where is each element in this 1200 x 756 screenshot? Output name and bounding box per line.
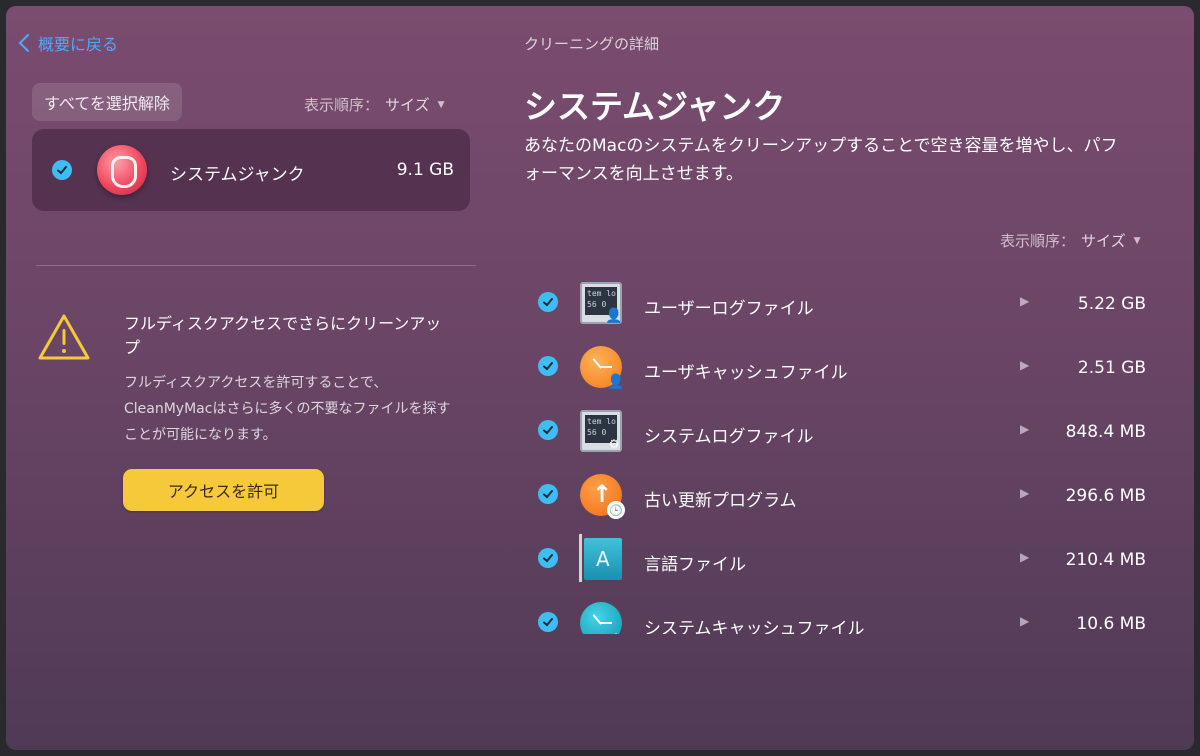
item-size: 210.4 MB [1065, 550, 1146, 570]
item-name: ユーザキャッシュファイル [644, 363, 848, 383]
item-size: 2.51 GB [1077, 358, 1146, 378]
list-item[interactable]: ↑ 🕒 古い更新プログラム ▶ 296.6 MB [536, 462, 1156, 526]
list-item[interactable]: tem lo 56 0 👤 ユーザーログファイル ▶ 5.22 GB [536, 270, 1156, 334]
expand-arrow-icon[interactable]: ▶ [1020, 550, 1029, 564]
system-log-icon: tem lo 56 0 ⚙ [580, 410, 622, 452]
system-junk-name: システムジャンク [170, 165, 305, 185]
item-size: 296.6 MB [1065, 486, 1146, 506]
page-description: あなたのMacのシステムをクリーンアップすることで空き容量を増やし、パフォーマン… [524, 136, 1118, 184]
expand-arrow-icon[interactable]: ▶ [1020, 422, 1029, 436]
item-size: 848.4 MB [1065, 422, 1146, 442]
junk-items-list: tem lo 56 0 👤 ユーザーログファイル ▶ 5.22 GB 👤 ユーザキ… [536, 266, 1156, 634]
item-name: 言語ファイル [644, 555, 746, 575]
checkmark-icon [543, 426, 553, 435]
item-checkbox[interactable] [538, 548, 558, 568]
list-item[interactable]: 👤 ユーザキャッシュファイル ▶ 2.51 GB [536, 334, 1156, 398]
expand-arrow-icon[interactable]: ▶ [1020, 358, 1029, 372]
system-junk-checkbox[interactable] [52, 160, 72, 180]
expand-arrow-icon[interactable]: ▶ [1020, 614, 1029, 628]
sort-value: サイズ [385, 96, 430, 114]
list-item[interactable]: tem lo 56 0 ⚙ システムログファイル ▶ 848.4 MB [536, 398, 1156, 462]
checkmark-icon [543, 362, 553, 371]
list-item[interactable]: ⚙ システムキャッシュファイル ▶ 10.6 MB [536, 590, 1156, 634]
page-title: システムジャンク [524, 87, 786, 126]
sort-label: 表示順序： [304, 96, 380, 114]
item-checkbox[interactable] [538, 420, 558, 440]
item-checkbox[interactable] [538, 484, 558, 504]
breadcrumb: クリーニングの詳細 [524, 35, 660, 53]
system-junk-card[interactable]: システムジャンク 9.1 GB [32, 129, 470, 211]
dropdown-triangle-icon: ▼ [437, 99, 445, 110]
system-cache-icon: ⚙ [580, 602, 622, 634]
old-updates-icon: ↑ 🕒 [580, 474, 625, 519]
item-size: 5.22 GB [1077, 294, 1146, 314]
system-junk-icon [97, 145, 147, 195]
warning-title: フルディスクアクセスでさらにクリーンアップ [124, 314, 442, 357]
chevron-left-icon [18, 34, 29, 52]
back-label: 概要に戻る [38, 35, 119, 54]
sort-value: サイズ [1081, 232, 1126, 250]
user-cache-icon: 👤 [580, 346, 625, 390]
item-checkbox[interactable] [538, 356, 558, 376]
item-size: 10.6 MB [1076, 614, 1146, 634]
item-checkbox[interactable] [538, 292, 558, 312]
checkmark-icon [543, 490, 553, 499]
dropdown-triangle-icon: ▼ [1133, 235, 1141, 246]
app-window: 概要に戻る すべてを選択解除 表示順序： サイズ ▼ システムジャンク 9.1 … [6, 6, 1194, 750]
allow-access-button[interactable]: アクセスを許可 [123, 469, 324, 511]
item-name: システムキャッシュファイル [644, 619, 865, 634]
item-name: システムログファイル [644, 427, 814, 447]
checkmark-icon [543, 618, 553, 627]
checkmark-icon [57, 166, 67, 175]
sort-label: 表示順序： [1000, 232, 1076, 250]
system-junk-size: 9.1 GB [396, 160, 454, 180]
deselect-all-button[interactable]: すべてを選択解除 [32, 83, 182, 121]
checkmark-icon [543, 298, 553, 307]
sort-dropdown-right[interactable]: 表示順序： サイズ ▼ [1000, 230, 1141, 251]
sort-dropdown-left[interactable]: 表示順序： サイズ ▼ [304, 94, 445, 115]
warning-body: フルディスクアクセスを許可することで、CleanMyMacはさらに多くの不要なフ… [124, 375, 451, 443]
checkmark-icon [543, 554, 553, 563]
list-item[interactable]: A 言語ファイル ▶ 210.4 MB [536, 526, 1156, 590]
item-name: 古い更新プログラム [644, 491, 797, 511]
expand-arrow-icon[interactable]: ▶ [1020, 486, 1029, 500]
back-to-overview-link[interactable]: 概要に戻る [18, 31, 118, 55]
expand-arrow-icon[interactable]: ▶ [1020, 294, 1029, 308]
item-checkbox[interactable] [538, 612, 558, 632]
language-files-icon: A [579, 534, 622, 582]
item-name: ユーザーログファイル [644, 299, 814, 319]
divider [36, 265, 476, 266]
user-log-icon: tem lo 56 0 👤 [580, 282, 623, 324]
warning-icon [38, 314, 90, 360]
